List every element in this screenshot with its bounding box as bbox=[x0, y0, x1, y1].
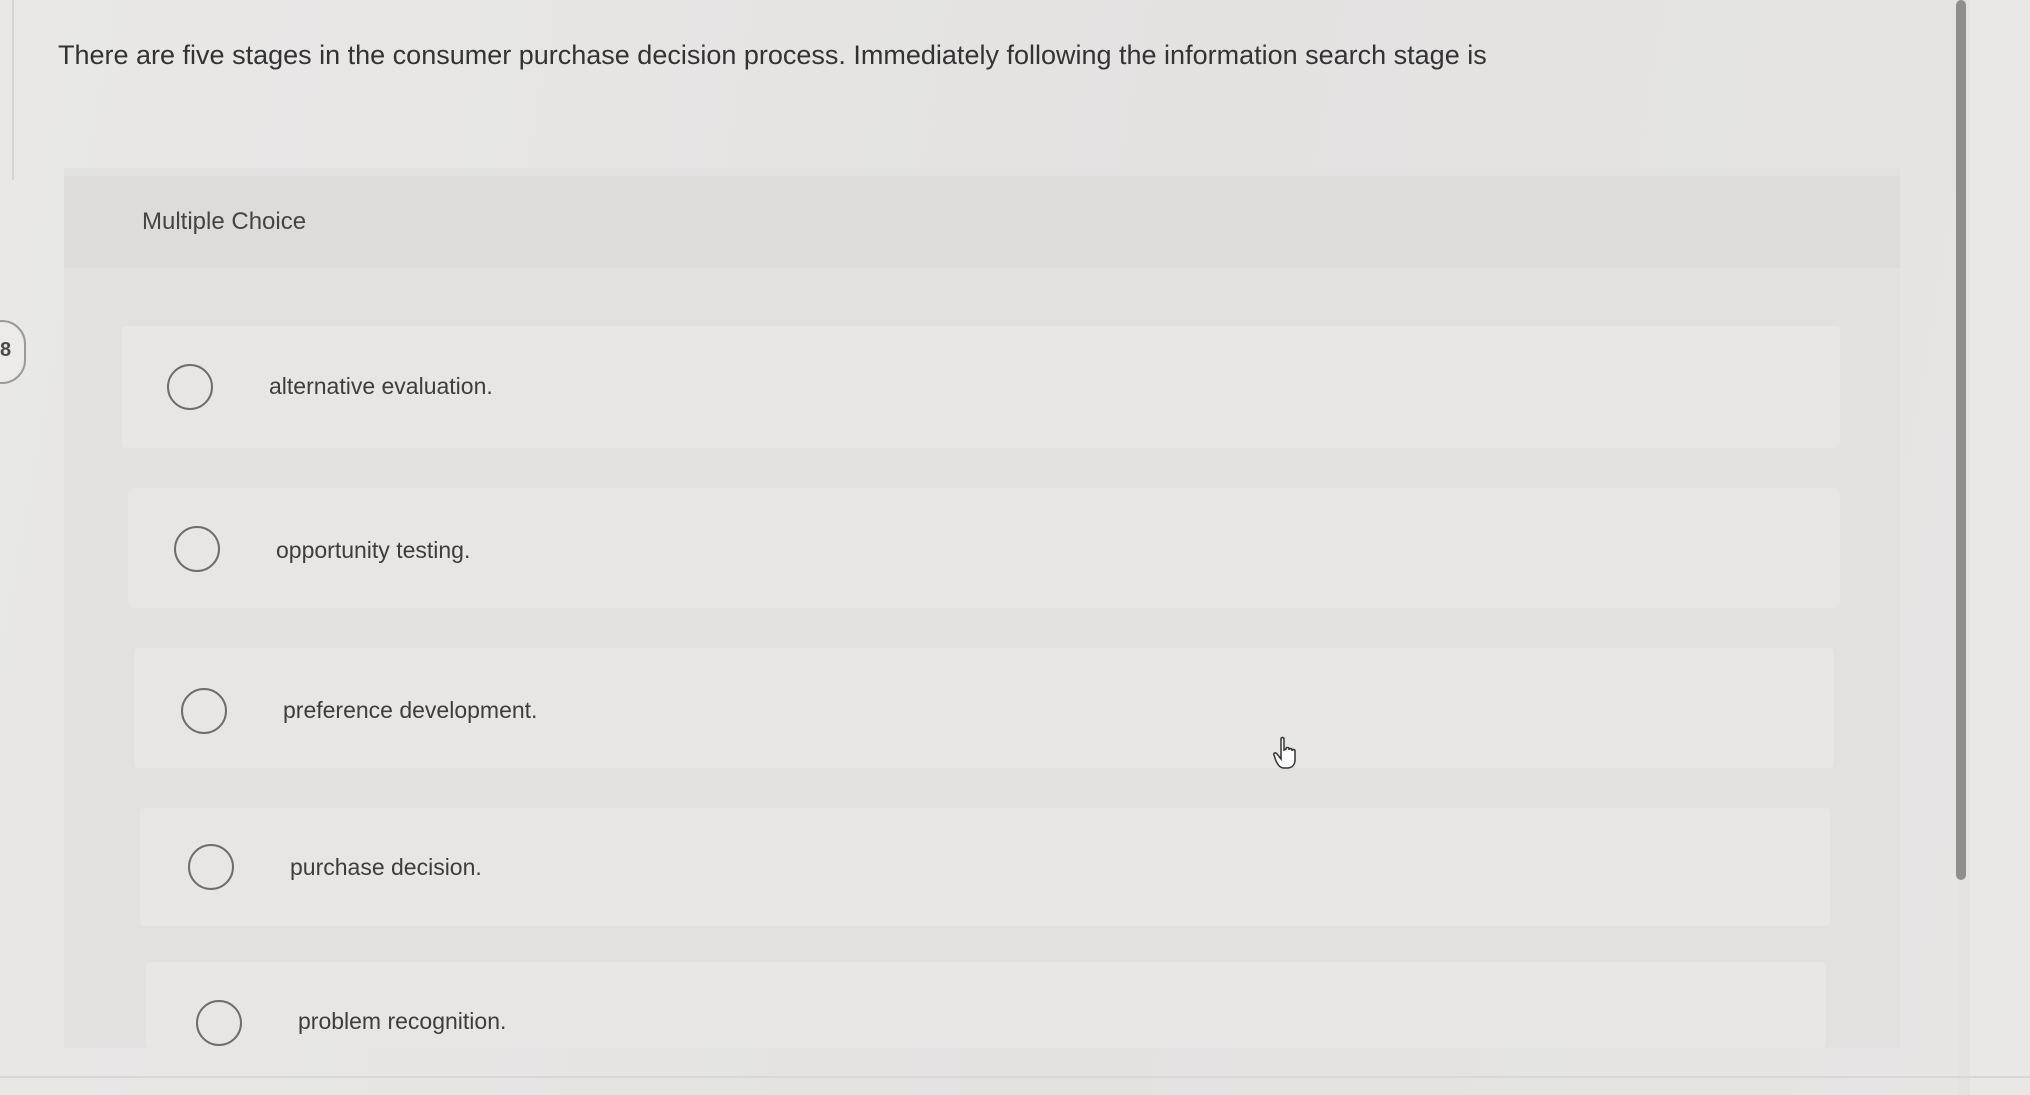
choice-label: alternative evaluation. bbox=[269, 373, 493, 399]
choice-alternative-evaluation[interactable]: alternative evaluation. bbox=[122, 326, 1840, 448]
choice-opportunity-testing[interactable]: opportunity testing. bbox=[128, 488, 1840, 608]
choice-preference-development[interactable]: preference development. bbox=[134, 648, 1834, 768]
choice-problem-recognition[interactable]: problem recognition. bbox=[146, 962, 1826, 1048]
multiple-choice-header bbox=[64, 176, 1900, 268]
choice-label: preference development. bbox=[283, 697, 538, 723]
choice-purchase-decision[interactable]: purchase decision. bbox=[140, 808, 1830, 926]
radio-unchecked-icon[interactable] bbox=[174, 526, 220, 572]
radio-unchecked-icon[interactable] bbox=[181, 688, 227, 734]
choice-label: purchase decision. bbox=[290, 854, 482, 880]
hand-pointer-icon bbox=[1273, 736, 1296, 769]
choice-label: opportunity testing. bbox=[276, 537, 471, 563]
radio-unchecked-icon[interactable] bbox=[167, 364, 213, 410]
radio-unchecked-icon[interactable] bbox=[188, 844, 234, 890]
right-margin bbox=[1970, 0, 2030, 1095]
bottom-divider bbox=[0, 1076, 2030, 1078]
radio-unchecked-icon[interactable] bbox=[196, 1000, 242, 1046]
question-number: 8 bbox=[0, 339, 12, 361]
question-type-label: Multiple Choice bbox=[142, 208, 307, 235]
left-edge-panel bbox=[0, 0, 14, 180]
choice-label: problem recognition. bbox=[298, 1008, 507, 1034]
question-text: There are five stages in the consumer pu… bbox=[58, 40, 1487, 70]
scrollbar-thumb[interactable] bbox=[1956, 0, 1966, 880]
